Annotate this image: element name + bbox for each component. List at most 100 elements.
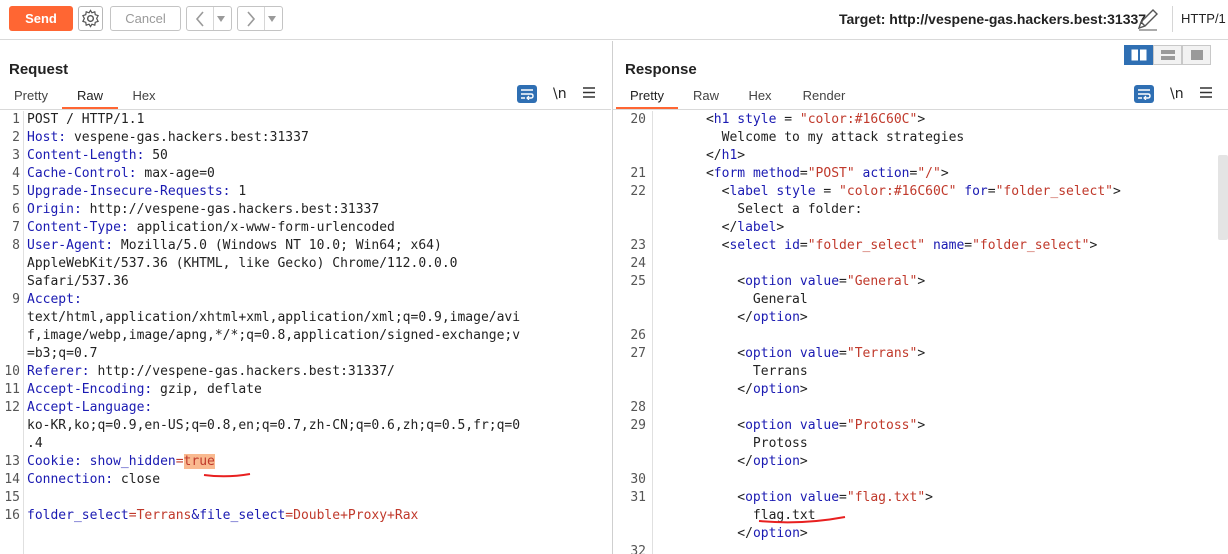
header-name: Upgrade-Insecure-Requests: [27,184,231,199]
response-code[interactable]: <h1 style = "color:#16C60C"> Welcome to … [659,111,1121,554]
send-button[interactable]: Send [9,6,73,31]
response-line [659,471,1121,489]
html-tag-name: option [752,454,800,469]
request-title: Request [9,61,69,78]
request-line-number: 11 [4,382,20,397]
response-tab-raw[interactable]: Raw [678,88,734,107]
header-name: Content-Type: [27,220,129,235]
request-menu-icon[interactable] [582,85,595,103]
request-line-number: 2 [12,130,20,145]
html-attr-value: "General" [846,274,918,289]
target-label: Target: http://vespene-gas.hackers.best:… [839,11,1147,27]
request-wrap-lines-icon[interactable] [517,85,537,103]
response-line: <h1 style = "color:#16C60C"> [705,112,926,127]
layout-side-by-side-icon[interactable] [1124,45,1153,65]
response-show-newlines-icon[interactable]: \n [1170,86,1184,102]
response-editor[interactable]: 20 21 22 23 24 25 26 27 28 29 30 31 32 <h1 sty… [613,111,1213,554]
request-line-text: text/html,application/xhtml+xml,applicat… [27,310,521,325]
response-tab-hex[interactable]: Hex [734,88,786,107]
request-pane: Request Pretty Raw Hex \n 12345678 9 10 1… [0,41,613,554]
response-line: </h1> [705,148,746,163]
html-tag-name: option [752,526,800,541]
response-line: </option> [737,310,808,325]
request-show-newlines-icon[interactable]: \n [553,86,567,102]
response-line-number: 28 [630,400,646,415]
html-tag-name: option [745,490,793,505]
response-line-number: 22 [630,184,646,199]
html-attr-name: style [776,184,816,199]
html-attr-value: "color:#16C60C" [799,112,918,127]
response-line: </option> [737,454,808,469]
html-tag-name: select [729,238,777,253]
request-tab-raw[interactable]: Raw [62,88,118,109]
layout-stacked-icon[interactable] [1153,45,1182,65]
html-attr-name: id [784,238,800,253]
response-line-number: 29 [630,418,646,433]
request-line-number [0,417,20,435]
response-scrollbar[interactable] [1218,155,1228,240]
response-line [659,255,1121,273]
request-tab-pretty[interactable]: Pretty [0,88,62,107]
http-version-label[interactable]: HTTP/1 [1172,6,1226,32]
request-tab-hex[interactable]: Hex [118,88,170,107]
back-nav-group [186,6,232,31]
header-value: gzip, deflate [152,382,262,397]
response-wrap-lines-icon[interactable] [1134,85,1154,103]
html-attr-value: "Terrans" [846,346,918,361]
forward-nav-group [237,6,283,31]
response-menu-icon[interactable] [1199,85,1212,103]
request-line: folder_select=Terrans&file_select=Double… [27,507,520,525]
header-name: Cookie: [27,454,82,469]
request-line-number: 6 [12,202,20,217]
response-line: Terrans [659,364,808,379]
response-line-number: 31 [630,490,646,505]
forward-arrow-icon[interactable] [238,7,265,30]
forward-history-dropdown-icon[interactable] [265,7,279,30]
header-value: close [113,472,161,487]
response-line-number [613,291,646,309]
request-line: Safari/537.36 [27,273,520,291]
response-line: <label style = "color:#16C60C" for="fold… [721,184,1121,199]
request-code[interactable]: POST / HTTP/1.1 Host: vespene-gas.hackers… [27,111,520,525]
html-tag-name: option [745,274,793,289]
response-tab-render[interactable]: Render [786,88,862,107]
response-line: General [659,292,808,307]
request-line: Accept-Encoding: gzip, deflate [27,381,520,399]
response-line: </label> [721,220,785,235]
response-tab-pretty[interactable]: Pretty [616,88,678,109]
html-attr-name: for [964,184,988,199]
response-tabs: Pretty Raw Hex Render [616,88,862,109]
request-line-numbers: 12345678 9 10 11 12 13 14 15 16 [0,111,20,525]
cancel-button[interactable]: Cancel [110,6,181,31]
response-line-number: 20 [630,112,646,127]
header-name: Accept: [27,292,82,307]
html-tag-name: option [745,418,793,433]
layout-single-icon[interactable] [1182,45,1211,65]
response-line-number [613,219,646,237]
response-line-number: 24 [630,256,646,271]
header-value: max-age=0 [136,166,215,181]
response-line: <option value="flag.txt"> [737,490,933,505]
settings-gear-icon[interactable] [78,6,103,31]
request-tab-divider [0,109,611,110]
html-tag-name: option [752,382,800,397]
request-line-text: f,image/webp,image/apng,*/*;q=0.8,applic… [27,328,521,343]
header-value: 1 [230,184,247,199]
body-param-name: folder_select [27,508,129,523]
cookie-underline-annotation [203,473,251,478]
response-title: Response [625,61,697,78]
back-arrow-icon[interactable] [187,7,214,30]
request-line: Upgrade-Insecure-Requests: 1 [27,183,520,201]
response-line [659,543,1121,554]
back-history-dropdown-icon[interactable] [214,7,228,30]
response-line-number: 30 [630,472,646,487]
body-param-value: Double+Proxy+Rax [293,508,419,523]
html-tag-name: label [737,220,777,235]
html-tag-name: h1 [721,148,738,163]
request-line-number [0,327,20,345]
request-line-number [0,345,20,363]
response-line-number [613,381,646,399]
edit-target-pencil-icon[interactable] [1135,6,1161,32]
request-line-number: 5 [12,184,20,199]
header-name: Origin: [27,202,82,217]
